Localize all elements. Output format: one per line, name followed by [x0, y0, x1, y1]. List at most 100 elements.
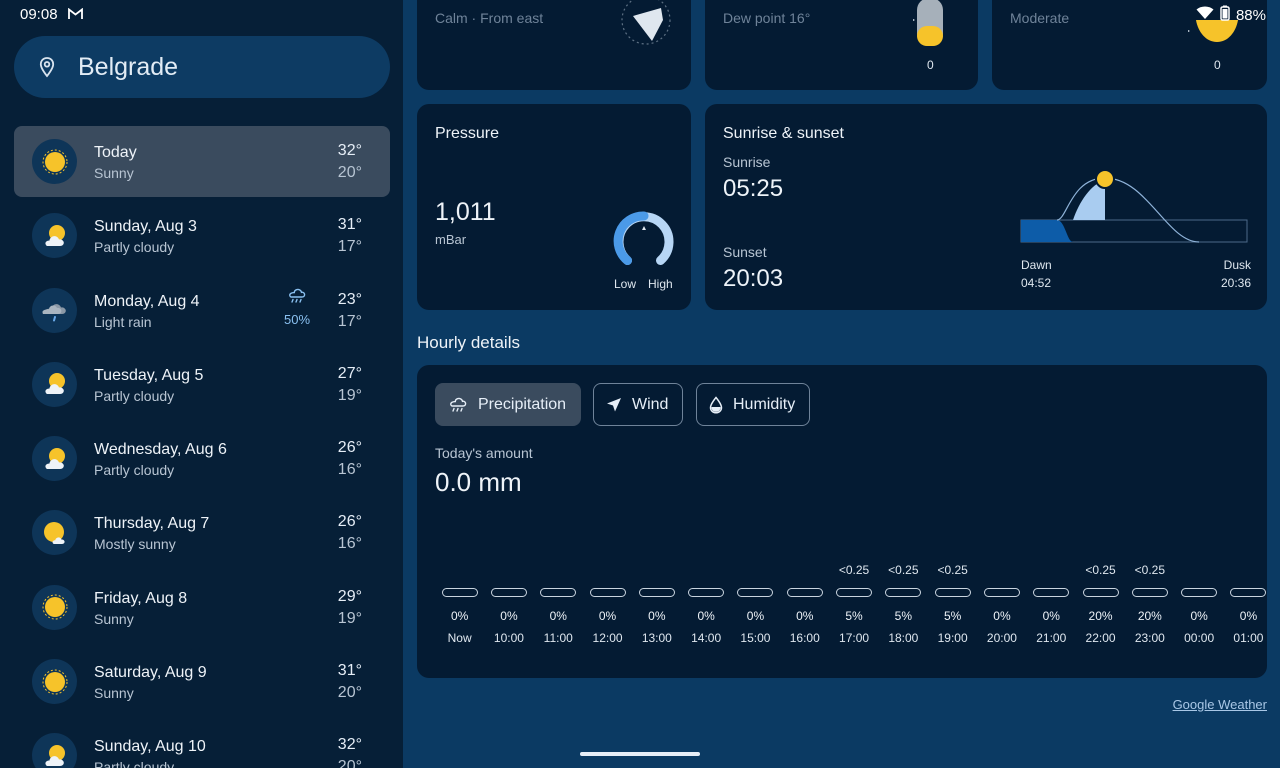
hour-time: 16:00	[789, 631, 820, 645]
day-row-today[interactable]: Today Sunny 32° 20°	[14, 126, 390, 197]
hour-precip-bar	[441, 588, 478, 597]
hour-amount: <0.25	[1085, 563, 1116, 577]
hour-precip-bar	[1033, 588, 1070, 597]
sun-path-chart	[1020, 169, 1248, 243]
day-row[interactable]: Monday, Aug 4 Light rain 50% 23° 17°	[14, 275, 390, 346]
day-name: Friday, Aug 8	[94, 589, 188, 607]
day-high: 31°	[337, 216, 362, 234]
google-weather-link[interactable]: Google Weather	[1173, 697, 1267, 712]
hour-amount	[1175, 563, 1224, 579]
hour-precip-percent: 0%	[500, 609, 518, 623]
hour-amount	[682, 563, 731, 579]
hour-column: 0% 11:00	[534, 563, 583, 645]
day-high: 32°	[337, 142, 362, 159]
hour-amount	[583, 563, 632, 579]
status-bar: 09:08 88%	[0, 0, 1280, 28]
pressure-gauge-icon	[613, 211, 674, 265]
hour-column: 0% 15:00	[731, 563, 780, 645]
rain-cloud-icon	[450, 397, 467, 412]
partly-cloudy-icon	[32, 733, 77, 768]
hour-time: 12:00	[592, 631, 623, 645]
day-high: 31°	[337, 662, 362, 680]
day-high: 29°	[337, 587, 362, 605]
day-condition: Light rain	[94, 313, 152, 330]
hour-amount: <0.25	[888, 563, 919, 577]
day-name: Today	[94, 144, 137, 161]
hour-amount	[780, 563, 829, 579]
hour-precip-bar	[1082, 588, 1119, 597]
day-condition: Sunny	[94, 610, 134, 627]
day-condition: Partly cloudy	[94, 462, 175, 479]
hour-time: 00:00	[1184, 631, 1215, 645]
sunrise-label: Sunrise	[723, 154, 771, 170]
hour-time: 11:00	[543, 631, 573, 645]
hour-column: <0.25 20% 23:00	[1125, 563, 1174, 645]
hour-column: 0% 01:00	[1224, 563, 1273, 645]
day-row[interactable]: Wednesday, Aug 6 Partly cloudy 26° 16°	[14, 423, 390, 494]
gesture-nav-bar[interactable]	[580, 752, 700, 756]
weather-app: 09:08 88% Belgrade Today Sunny 32° 20° S…	[0, 0, 1280, 768]
hour-column: <0.25 5% 19:00	[928, 563, 977, 645]
forecast-sidebar: Belgrade Today Sunny 32° 20° Sunday, Aug…	[0, 0, 403, 768]
sun-icon	[32, 584, 77, 630]
hour-precip-bar	[688, 588, 725, 597]
day-row[interactable]: Saturday, Aug 9 Sunny 31° 20°	[14, 646, 390, 717]
day-low: 16°	[337, 535, 362, 553]
daily-forecast-list: Today Sunny 32° 20° Sunday, Aug 3 Partly…	[14, 126, 390, 768]
hour-precip-bar	[934, 588, 971, 597]
hour-column: 0% 16:00	[780, 563, 829, 645]
hour-column: 0% 13:00	[632, 563, 681, 645]
hourly-details-title: Hourly details	[417, 333, 520, 352]
sun-card[interactable]: Sunrise & sunset Sunrise 05:25 Sunset 20…	[705, 104, 1267, 310]
hour-precip-bar	[1181, 588, 1218, 597]
hour-amount	[534, 563, 583, 579]
day-low: 19°	[337, 386, 362, 404]
hour-precip-percent: 5%	[845, 609, 863, 623]
rain-icon	[289, 288, 306, 303]
tab-label: Wind	[632, 395, 669, 413]
precip-percent: 50%	[283, 311, 311, 327]
pressure-value: 1,011	[435, 198, 496, 226]
day-row[interactable]: Friday, Aug 8 Sunny 29° 19°	[14, 572, 390, 643]
hour-amount	[484, 563, 533, 579]
tab-humidity[interactable]: Humidity	[696, 383, 811, 426]
day-name: Thursday, Aug 7	[94, 515, 210, 533]
day-row[interactable]: Sunday, Aug 3 Partly cloudy 31° 17°	[14, 200, 390, 271]
hour-column: <0.25 5% 17:00	[829, 563, 878, 645]
day-high: 26°	[337, 439, 362, 457]
dusk-label: Dusk	[1223, 258, 1251, 272]
hour-amount	[731, 563, 780, 579]
day-row[interactable]: Thursday, Aug 7 Mostly sunny 26° 16°	[14, 497, 390, 568]
hour-time: 22:00	[1085, 631, 1116, 645]
hour-amount	[632, 563, 681, 579]
sunset-time: 20:03	[723, 265, 784, 292]
tab-wind[interactable]: Wind	[593, 383, 684, 426]
hourly-precip-strip[interactable]: 0% Now 0% 10:00 0% 11:00 0% 12:00 0% 13:00 0% 14:00…	[435, 563, 1275, 663]
day-high: 27°	[337, 364, 362, 382]
pressure-card[interactable]: Pressure 1,011 mBar Low High	[417, 104, 691, 310]
day-condition: Sunny	[94, 685, 134, 702]
hour-time: 01:00	[1233, 631, 1264, 645]
hour-precip-percent: 0%	[746, 609, 765, 623]
location-search[interactable]: Belgrade	[14, 36, 390, 98]
hour-precip-bar	[786, 588, 823, 597]
battery-percent: 88%	[1235, 6, 1266, 24]
day-name: Tuesday, Aug 5	[94, 366, 204, 384]
battery-icon	[1220, 5, 1230, 25]
hour-precip-percent: 0%	[993, 609, 1011, 623]
hour-time: 18:00	[888, 631, 919, 645]
humidity-scale-value: 0	[927, 58, 934, 72]
day-row[interactable]: Sunday, Aug 10 Partly cloudy 32° 20°	[14, 720, 390, 768]
hour-column: <0.25 20% 22:00	[1076, 563, 1125, 645]
hour-precip-percent: 0%	[1239, 609, 1258, 623]
hour-time: Now	[447, 631, 472, 645]
tab-precipitation[interactable]: Precipitation	[435, 383, 582, 426]
water-drop-icon	[709, 395, 723, 414]
day-low: 20°	[337, 758, 362, 768]
day-row[interactable]: Tuesday, Aug 5 Partly cloudy 27° 19°	[14, 349, 390, 420]
hour-amount: <0.25	[838, 563, 870, 577]
location-name: Belgrade	[78, 52, 179, 81]
hour-precip-bar	[540, 588, 577, 597]
hour-column: 0% Now	[435, 563, 484, 645]
sun-icon	[32, 659, 77, 705]
